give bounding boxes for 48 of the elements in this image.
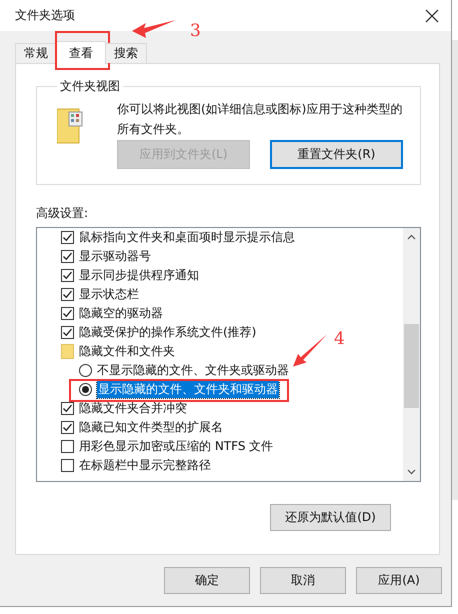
- dialog-button[interactable]: 应用(A): [356, 567, 442, 594]
- group-label: 隐藏文件和文件夹: [79, 343, 175, 360]
- checkbox[interactable]: [61, 440, 74, 453]
- setting-label: 隐藏文件夹合并冲突: [79, 400, 187, 417]
- radio-button[interactable]: [79, 383, 92, 396]
- checkbox[interactable]: [61, 402, 74, 415]
- checkbox[interactable]: [61, 326, 74, 339]
- setting-label: 显示驱动器号: [79, 248, 151, 265]
- setting-label: 隐藏受保护的操作系统文件(推荐): [79, 324, 256, 341]
- dialog-button[interactable]: 取消: [260, 567, 346, 594]
- step-number: 4: [334, 330, 345, 348]
- dialog-button[interactable]: 确定: [164, 567, 250, 594]
- checkbox[interactable]: [61, 421, 74, 434]
- checkbox[interactable]: [61, 288, 74, 301]
- setting-label: 隐藏空的驱动器: [79, 305, 163, 322]
- window-title: 文件夹选项: [15, 7, 75, 24]
- scroll-down-icon[interactable]: [407, 469, 416, 475]
- group-title: 文件夹视图: [59, 78, 121, 95]
- checkbox[interactable]: [61, 231, 74, 244]
- arrow-icon: [293, 334, 327, 367]
- scrollbar[interactable]: [403, 228, 420, 481]
- setting-label: 鼠标指向文件夹和桌面项时显示提示信息: [79, 229, 295, 246]
- setting-label: 用彩色显示加密或压缩的 NTFS 文件: [79, 438, 274, 455]
- close-icon[interactable]: [425, 8, 439, 22]
- radio-button[interactable]: [79, 364, 92, 377]
- step-number: 3: [190, 22, 201, 40]
- checkbox[interactable]: [61, 307, 74, 320]
- tab[interactable]: 常规: [15, 43, 57, 63]
- setting-label: 在标题栏中显示完整路径: [79, 457, 211, 474]
- description-text: 你可以将此视图(如详细信息或图标)应用于这种类型的所有文件夹。: [117, 101, 404, 138]
- checkbox[interactable]: [61, 250, 74, 263]
- option-label: 不显示隐藏的文件、文件夹或驱动器: [97, 362, 289, 379]
- scroll-up-icon[interactable]: [407, 234, 416, 240]
- checkbox[interactable]: [61, 459, 74, 472]
- folder-button[interactable]: 重置文件夹(R): [270, 140, 403, 169]
- scroll-thumb[interactable]: [404, 324, 419, 408]
- arrow-icon: [132, 20, 176, 38]
- tab[interactable]: 查看: [56, 41, 106, 64]
- option-label: 显示隐藏的文件、文件夹和驱动器: [97, 381, 279, 398]
- tab[interactable]: 搜索: [105, 43, 147, 63]
- section-label: 高级设置:: [36, 205, 90, 221]
- folder-icon: [61, 344, 74, 359]
- setting-label: 显示同步提供程序通知: [79, 267, 199, 284]
- checkbox[interactable]: [61, 269, 74, 282]
- setting-label: 隐藏已知文件类型的扩展名: [79, 419, 223, 436]
- restore-defaults-button[interactable]: 还原为默认值(D): [270, 504, 391, 531]
- folder-icon: [57, 108, 83, 144]
- setting-label: 显示状态栏: [79, 286, 139, 303]
